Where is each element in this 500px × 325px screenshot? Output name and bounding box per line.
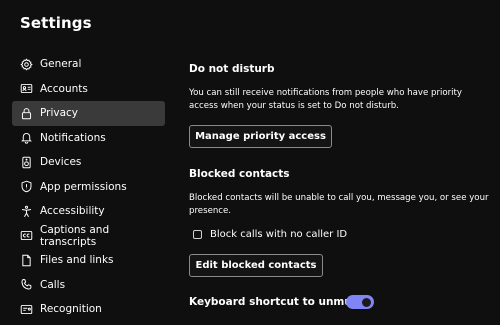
sidebar-item-recognition[interactable]: Recognition xyxy=(12,297,165,322)
sidebar: General Accounts Privacy Notifications D… xyxy=(12,52,165,322)
sidebar-item-accessibility[interactable]: Accessibility xyxy=(12,199,165,224)
block-calls-checkbox[interactable] xyxy=(193,230,202,239)
sidebar-item-privacy[interactable]: Privacy xyxy=(12,101,165,126)
cc-icon xyxy=(20,229,33,242)
toggle-knob xyxy=(362,297,371,307)
page-title: Settings xyxy=(20,14,92,32)
id-badge-icon xyxy=(20,303,33,316)
sidebar-item-app-permissions[interactable]: App permissions xyxy=(12,175,165,200)
sidebar-item-general[interactable]: General xyxy=(12,52,165,77)
block-calls-label: Block calls with no caller ID xyxy=(210,229,348,240)
sidebar-item-label: Files and links xyxy=(40,254,114,267)
file-icon xyxy=(20,254,33,267)
sidebar-item-accounts[interactable]: Accounts xyxy=(12,77,165,102)
lock-icon xyxy=(20,107,33,120)
gear-icon xyxy=(20,58,33,71)
sidebar-item-label: App permissions xyxy=(40,180,127,193)
block-calls-no-caller-id-row[interactable]: Block calls with no caller ID xyxy=(193,229,347,240)
dnd-description: You can still receive notifications from… xyxy=(189,88,463,111)
sidebar-item-label: Calls xyxy=(40,278,66,291)
sidebar-item-files-and-links[interactable]: Files and links xyxy=(12,248,165,273)
sidebar-item-notifications[interactable]: Notifications xyxy=(12,126,165,151)
sidebar-item-label: Recognition xyxy=(40,303,102,316)
sidebar-item-label: Notifications xyxy=(40,131,106,144)
sidebar-item-label: Accessibility xyxy=(40,205,105,218)
id-card-icon xyxy=(20,82,33,95)
blocked-description: Blocked contacts will be unable to call … xyxy=(189,193,489,216)
keyboard-shortcut-title: Keyboard shortcut to unmute xyxy=(189,296,364,308)
sidebar-item-label: Privacy xyxy=(40,107,79,120)
edit-blocked-contacts-button[interactable]: Edit blocked contacts xyxy=(189,254,323,277)
sidebar-item-label: General xyxy=(40,58,82,71)
sidebar-item-captions[interactable]: Captions and transcripts xyxy=(12,224,165,249)
keyboard-shortcut-toggle[interactable] xyxy=(346,295,374,309)
sidebar-item-label: Captions and transcripts xyxy=(40,223,110,248)
accessibility-icon xyxy=(20,205,33,218)
dnd-section-title: Do not disturb xyxy=(189,63,275,75)
sidebar-item-devices[interactable]: Devices xyxy=(12,150,165,175)
phone-icon xyxy=(20,278,33,291)
shield-icon xyxy=(20,180,33,193)
sidebar-item-calls[interactable]: Calls xyxy=(12,273,165,298)
bell-icon xyxy=(20,131,33,144)
sidebar-item-label: Devices xyxy=(40,156,82,169)
sidebar-item-label: Accounts xyxy=(40,82,88,95)
settings-window: Settings General Accounts Privacy Notifi… xyxy=(0,0,500,325)
speaker-icon xyxy=(20,156,33,169)
manage-priority-access-button[interactable]: Manage priority access xyxy=(189,125,332,148)
blocked-section-title: Blocked contacts xyxy=(189,168,290,180)
